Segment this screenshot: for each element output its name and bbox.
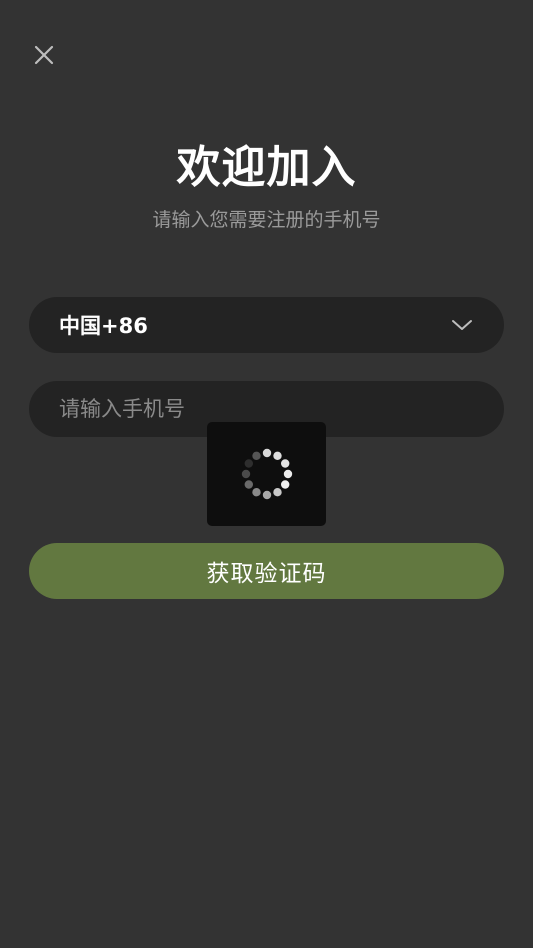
country-code-select[interactable]: 中国+86	[29, 297, 504, 353]
loading-overlay	[207, 422, 326, 526]
page-subtitle: 请输入您需要注册的手机号	[152, 209, 381, 231]
register-screen: 欢迎加入 请输入您需要注册的手机号 中国+86 获取验证码	[0, 0, 533, 948]
chevron-down-icon	[450, 313, 474, 337]
close-icon	[34, 45, 54, 65]
spinner-icon	[241, 448, 292, 500]
get-code-button[interactable]: 获取验证码	[29, 543, 504, 599]
close-button[interactable]	[26, 37, 62, 73]
page-title: 欢迎加入	[176, 142, 357, 193]
country-code-label: 中国+86	[59, 314, 148, 338]
phone-input[interactable]	[59, 397, 474, 421]
